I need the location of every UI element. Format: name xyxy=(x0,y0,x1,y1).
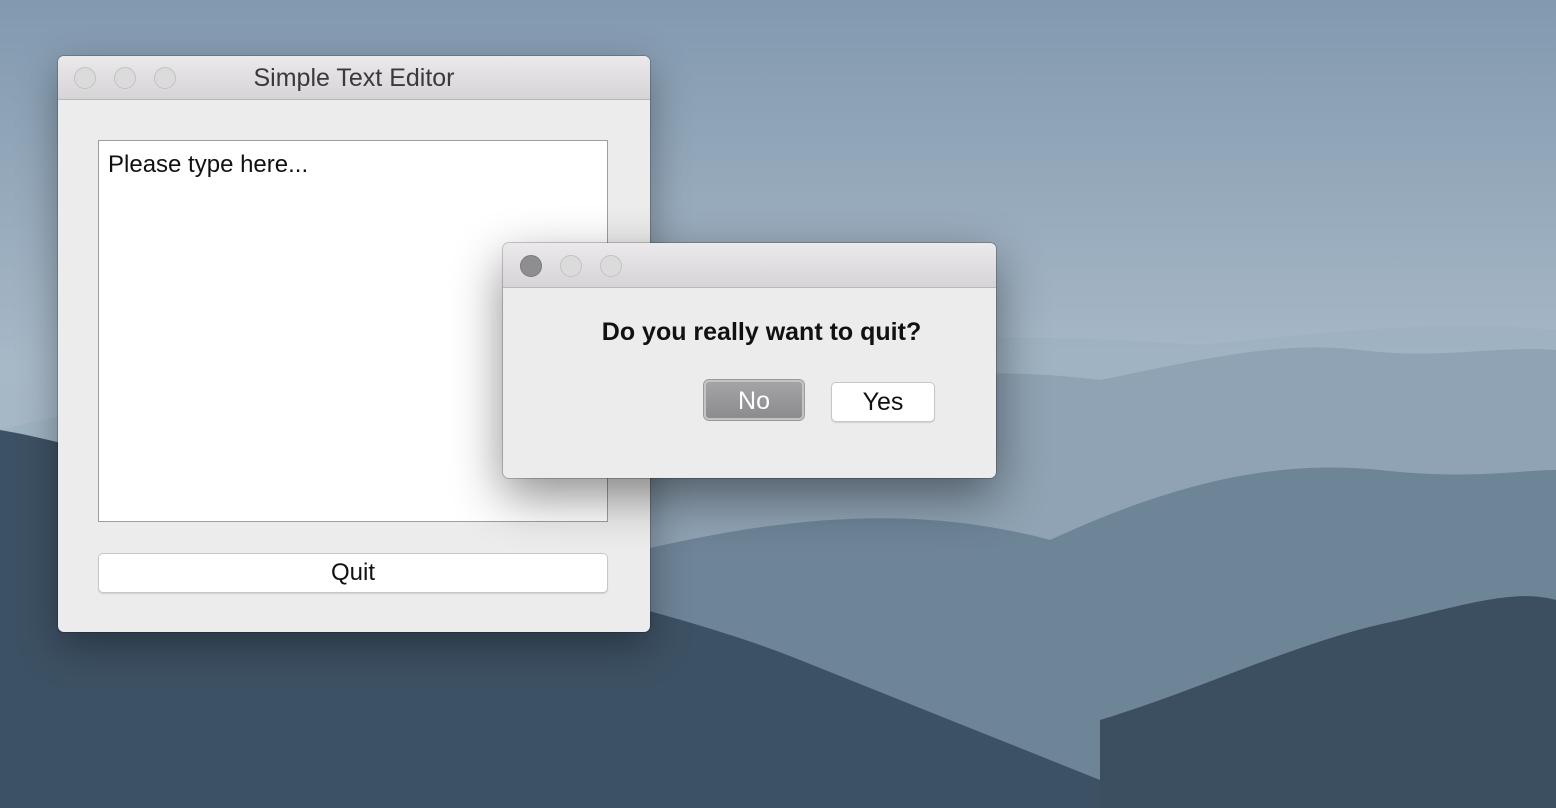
dialog-titlebar xyxy=(503,243,996,288)
yes-button[interactable]: Yes xyxy=(831,382,935,422)
no-button[interactable]: No xyxy=(704,380,804,420)
dialog-message: Do you really want to quit? xyxy=(601,318,922,346)
quit-confirm-dialog: Do you really want to quit? No Yes xyxy=(503,243,996,478)
quit-button[interactable]: Quit xyxy=(98,553,608,593)
titlebar: Simple Text Editor xyxy=(58,56,650,100)
window-title: Simple Text Editor xyxy=(253,64,455,92)
zoom-icon[interactable] xyxy=(600,255,622,277)
minimize-icon[interactable] xyxy=(560,255,582,277)
desktop: Simple Text Editor Please type here... Q… xyxy=(0,0,1556,808)
close-icon[interactable] xyxy=(520,255,542,277)
